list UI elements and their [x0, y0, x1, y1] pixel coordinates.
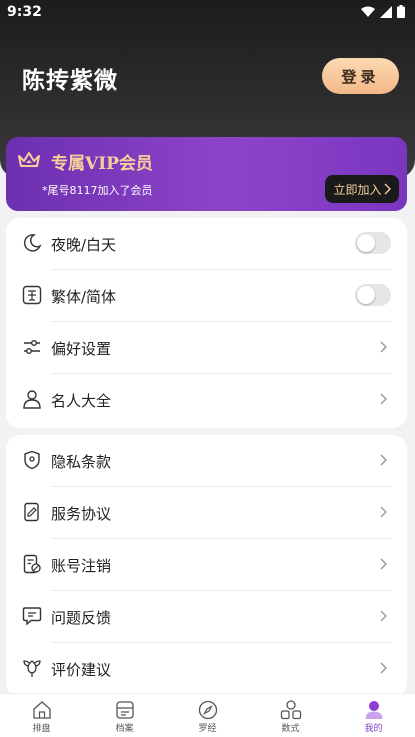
shield-icon [24, 450, 40, 470]
theme-toggle[interactable] [355, 232, 391, 254]
chevron-right-icon [380, 341, 387, 353]
traditional-char-icon [22, 285, 42, 305]
chevron-right-icon [380, 454, 387, 466]
more-item-feedback[interactable]: 问题反馈 [6, 591, 407, 643]
more-item-label: 问题反馈 [51, 609, 112, 627]
more-item-delete-account[interactable]: 账号注销 [6, 539, 407, 591]
moon-icon [23, 234, 42, 252]
tab-paipan[interactable]: 排盘 [0, 694, 83, 737]
more-item-privacy[interactable]: 隐私条款 [6, 435, 407, 487]
settings-item-script[interactable]: 繁体/简体 [6, 270, 407, 322]
settings-item-label: 名人大全 [51, 392, 112, 410]
chevron-right-icon [384, 183, 391, 195]
chevron-right-icon [380, 506, 387, 518]
tab-compass[interactable]: 罗经 [166, 694, 249, 737]
status-bar: 9:32 [0, 0, 415, 26]
settings-card: 夜晚/白天 繁体/简体 偏好设置 名人大全 [6, 218, 407, 428]
more-item-label: 服务协议 [51, 505, 112, 523]
battery-icon [397, 5, 405, 18]
status-time: 9:32 [7, 4, 42, 20]
signal-icon [380, 5, 392, 18]
tab-archive[interactable]: 档案 [83, 694, 166, 737]
chevron-right-icon [380, 662, 387, 674]
chevron-right-icon [380, 610, 387, 622]
tab-label: 罗经 [198, 724, 217, 734]
vip-title: 专属VIP会员 [51, 154, 153, 174]
vip-subtitle: *尾号8117加入了会员 [42, 184, 153, 197]
grid-icon [280, 700, 301, 720]
tab-label: 数式 [281, 724, 300, 734]
settings-item-theme[interactable]: 夜晚/白天 [6, 218, 407, 270]
script-toggle[interactable] [355, 284, 391, 306]
tab-shushi[interactable]: 数式 [249, 694, 332, 737]
more-item-review[interactable]: 评价建议 [6, 643, 407, 695]
settings-item-label: 偏好设置 [51, 340, 112, 358]
document-icon [24, 502, 39, 522]
vip-join-button[interactable]: 立即加入 [325, 175, 399, 203]
home-icon [32, 701, 51, 719]
crown-icon [18, 152, 40, 167]
vip-join-label: 立即加入 [333, 182, 382, 197]
user-icon [365, 701, 382, 719]
settings-item-label: 繁体/简体 [51, 288, 117, 306]
settings-item-label: 夜晚/白天 [51, 236, 117, 254]
message-icon [22, 607, 42, 626]
tab-mine[interactable]: 我的 [332, 694, 415, 737]
archive-icon [115, 701, 134, 719]
chevron-right-icon [380, 393, 387, 405]
status-icons [361, 5, 405, 18]
compass-icon [198, 700, 217, 720]
settings-item-celebrities[interactable]: 名人大全 [6, 374, 407, 426]
settings-item-preferences[interactable]: 偏好设置 [6, 322, 407, 374]
person-icon [23, 390, 41, 409]
tab-label: 我的 [364, 724, 383, 734]
more-item-service[interactable]: 服务协议 [6, 487, 407, 539]
more-item-label: 评价建议 [51, 661, 112, 679]
wifi-icon [361, 6, 375, 17]
chevron-right-icon [380, 558, 387, 570]
more-item-label: 账号注销 [51, 557, 112, 575]
more-card: 隐私条款 服务协议 账号注销 问题反馈 评价建议 [6, 435, 407, 697]
tab-label: 档案 [115, 724, 134, 734]
tab-label: 排盘 [32, 724, 51, 734]
username: 陈抟紫微 [22, 67, 118, 94]
account-cancel-icon [23, 554, 41, 574]
login-button[interactable]: 登录 [322, 58, 399, 94]
flower-icon [23, 660, 41, 677]
more-item-label: 隐私条款 [51, 453, 112, 471]
sliders-icon [24, 340, 40, 354]
vip-banner[interactable]: 专属VIP会员 *尾号8117加入了会员 立即加入 [6, 137, 407, 211]
bottom-tab-bar: 排盘 档案 罗经 数式 我的 [0, 693, 415, 737]
